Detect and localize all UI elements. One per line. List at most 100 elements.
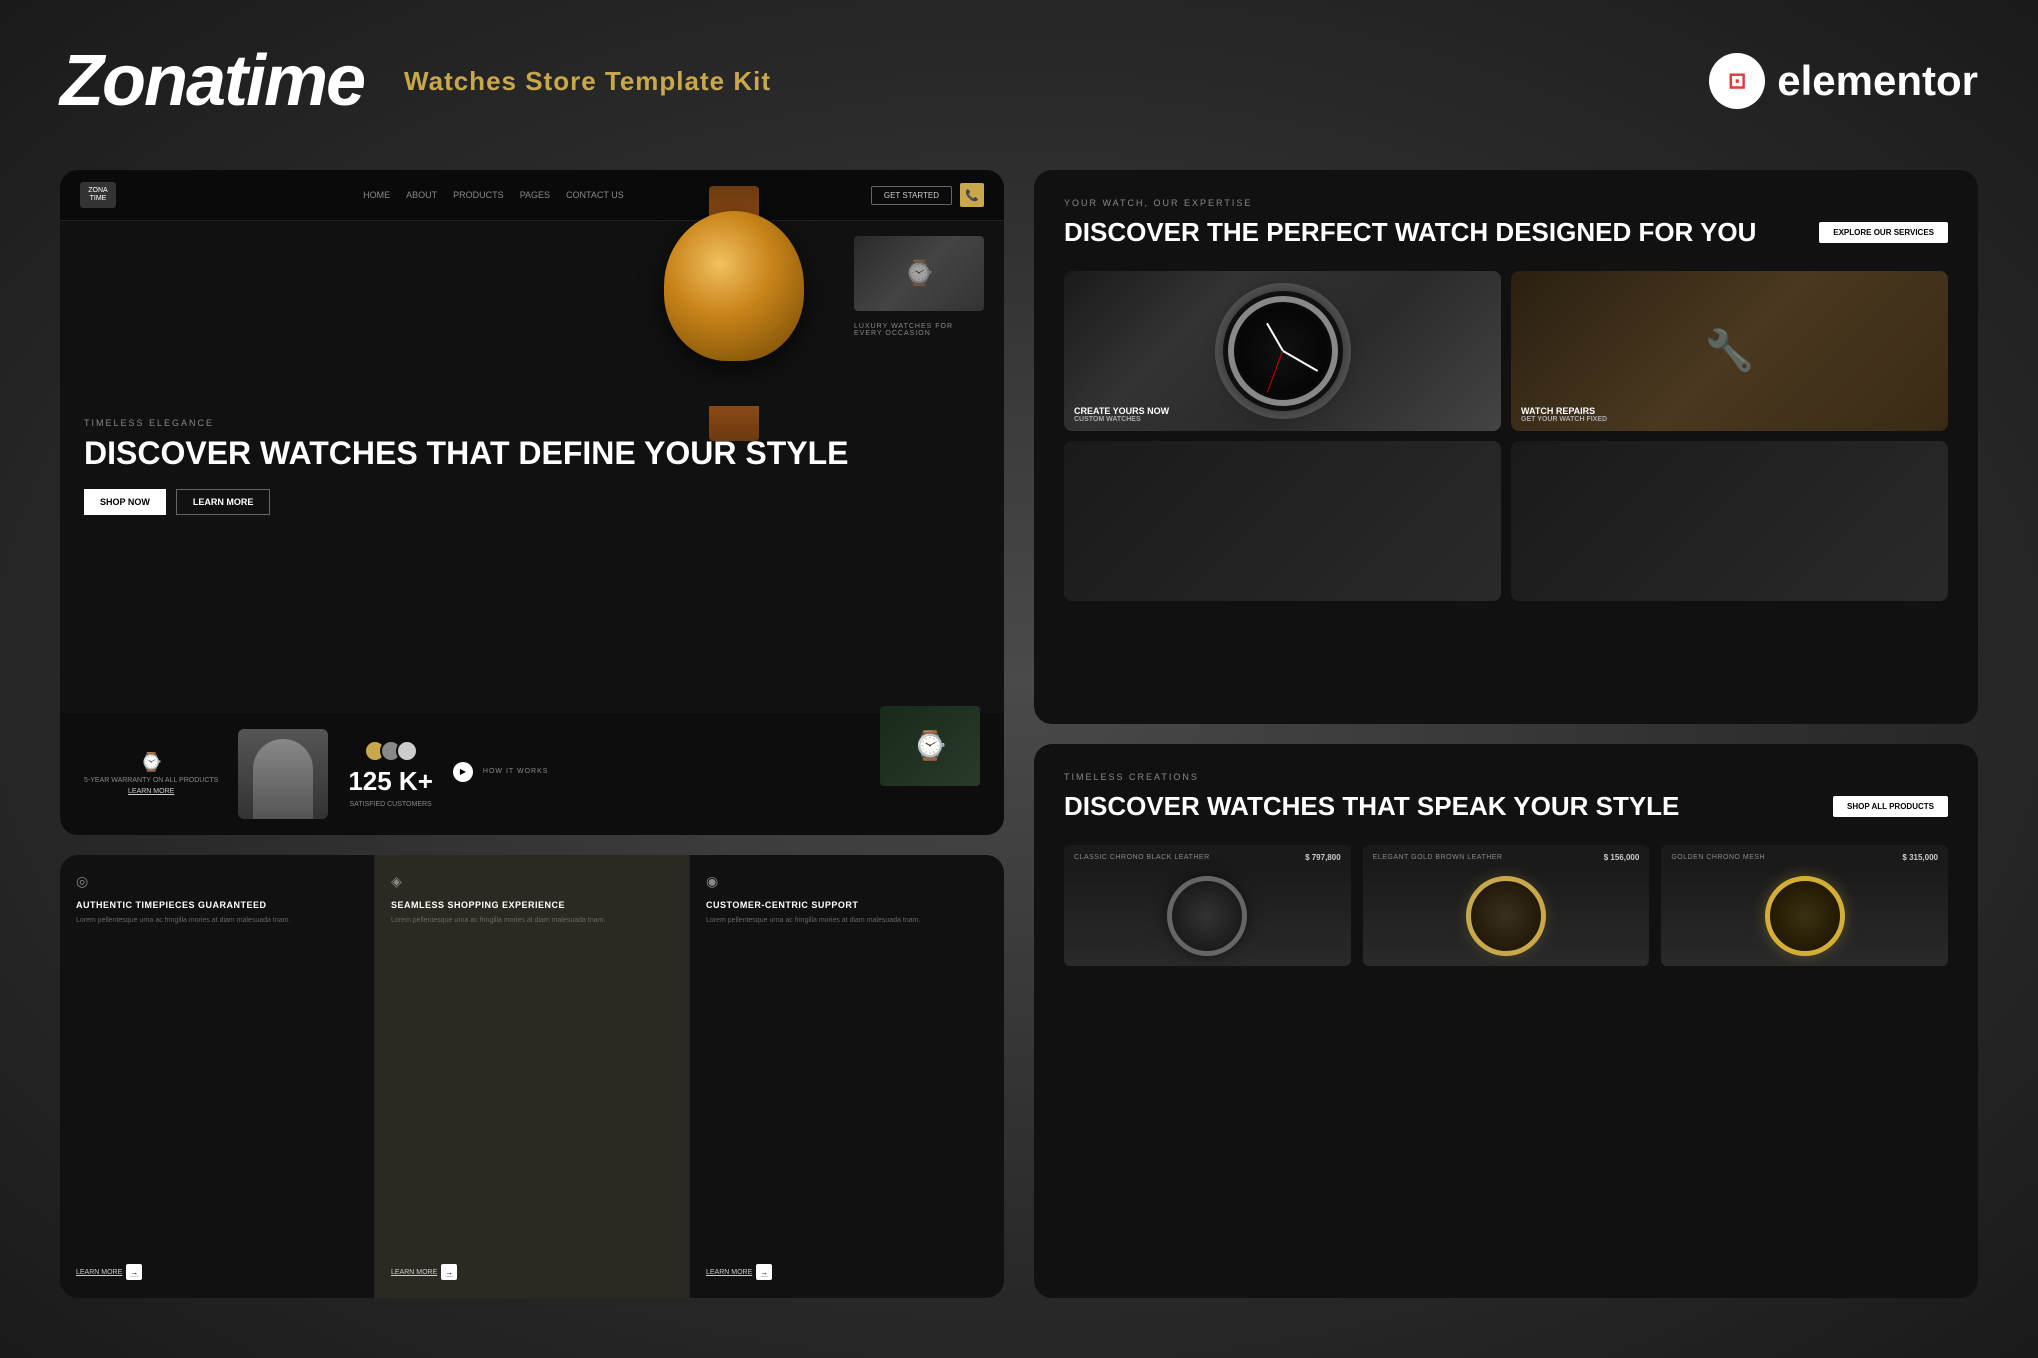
feature-shopping[interactable]: ◈ SEAMLESS SHOPPING EXPERIENCE Lorem pel… [375,855,690,1298]
phone-icon-btn[interactable]: 📞 [960,183,984,207]
elementor-icon: ⊡ [1709,53,1765,109]
service-repair[interactable]: WATCH REPAIRS GET YOUR WATCH FIXED [1511,271,1948,431]
side-card-text: LUXURY WATCHES FOR EVERY OCCASION [854,319,984,341]
authentic-icon: ◎ [76,873,358,890]
watch-dark-background-3 [1064,441,1501,601]
how-it-works-block: ▶ HOW IT WORKS ⌚ [453,762,980,786]
hour-hand [1266,322,1284,351]
services-header: DISCOVER THE PERFECT WATCH DESIGNED FOR … [1064,218,1948,247]
features-card: ◎ AUTHENTIC TIMEPIECES GUARANTEED Lorem … [60,855,1004,1298]
service-custom-label: CREATE YOURS NOW CUSTOM WATCHES [1074,406,1169,423]
support-link[interactable]: LEARN MORE → [706,1264,988,1280]
product-3-image [1661,866,1948,966]
service-card-4[interactable] [1511,441,1948,601]
authentic-link[interactable]: LEARN MORE → [76,1264,358,1280]
hero-watch-image [664,211,824,411]
products-title: DISCOVER WATCHES THAT SPEAK YOUR STYLE [1064,792,1813,821]
products-header: DISCOVER WATCHES THAT SPEAK YOUR STYLE S… [1064,792,1948,821]
service-card-3[interactable] [1064,441,1501,601]
mini-logo: ZONATIME [80,182,116,208]
nav-about[interactable]: ABOUT [406,190,437,200]
customers-block: 125 K+ SATISFIED CUSTOMERS [348,740,433,808]
services-title: DISCOVER THE PERFECT WATCH DESIGNED FOR … [1064,218,1799,247]
products-eyebrow: TIMELESS CREATIONS [1064,772,1948,782]
mini-navbar: ZONATIME HOME ABOUT PRODUCTS PAGES CONTA… [60,170,1004,221]
product-3-name: GOLDEN CHRONO MESH [1671,853,1765,862]
luxury-watches-label: LUXURY WATCHES FOR EVERY OCCASION [854,323,984,337]
authentic-title: AUTHENTIC TIMEPIECES GUARANTEED [76,900,358,910]
service-custom[interactable]: CREATE YOURS NOW CUSTOM WATCHES [1064,271,1501,431]
authentic-desc: Lorem pellentesque urna ac fringilla mor… [76,916,358,926]
shopping-arrow: → [441,1264,457,1280]
shop-now-button[interactable]: SHOP NOW [84,489,166,515]
services-card: YOUR WATCH, OUR EXPERTISE DISCOVER THE P… [1034,170,1978,724]
nav-products[interactable]: PRODUCTS [453,190,504,200]
watch-dark-background-4 [1511,441,1948,601]
service-repair-label: WATCH REPAIRS GET YOUR WATCH FIXED [1521,406,1607,423]
hero-side-cards: LUXURY WATCHES FOR EVERY OCCASION [854,236,984,341]
hero-card: ZONATIME HOME ABOUT PRODUCTS PAGES CONTA… [60,170,1004,835]
watch-face-gold [664,211,804,361]
product-1-name: CLASSIC CHRONO BLACK LEATHER [1074,853,1210,862]
nav-pages[interactable]: PAGES [520,190,550,200]
shopping-link[interactable]: LEARN MORE → [391,1264,673,1280]
customers-count: 125 K+ [348,766,433,797]
nav-home[interactable]: HOME [363,190,390,200]
person-silhouette [253,739,313,819]
products-grid: CLASSIC CHRONO BLACK LEATHER $ 797,800 E… [1064,845,1948,966]
warranty-block: ⌚ 5-YEAR WARRANTY ON ALL PRODUCTS LEARN … [84,752,218,795]
product-card-3[interactable]: GOLDEN CHRONO MESH $ 315,000 [1661,845,1948,966]
second-hand [1267,350,1283,392]
avatar-3 [396,740,418,762]
brand-tagline: Watches Store Template Kit [404,66,771,97]
learn-more-button[interactable]: LEARN MORE [176,489,271,515]
product-card-1-header: CLASSIC CHRONO BLACK LEATHER $ 797,800 [1064,845,1351,866]
warranty-icon: ⌚ [140,752,162,773]
play-button[interactable]: ▶ [453,762,473,782]
mini-nav-links: HOME ABOUT PRODUCTS PAGES CONTACT US [363,190,624,200]
person-block [238,729,328,819]
services-grid: CREATE YOURS NOW CUSTOM WATCHES WATCH RE… [1064,271,1948,601]
right-column: YOUR WATCH, OUR EXPERTISE DISCOVER THE P… [1034,170,1978,1298]
mini-nav-right: GET STARTED 📞 [871,183,984,207]
product-card-2[interactable]: ELEGANT GOLD BROWN LEATHER $ 156,000 [1363,845,1650,966]
watch-strap-bottom [709,406,759,441]
watch-thumbnail: ⌚ [880,706,980,786]
hand-watch-card [854,236,984,311]
warranty-link[interactable]: LEARN MORE [128,788,174,795]
logo-section: Zonatime Watches Store Template Kit [60,40,771,122]
elementor-name: elementor [1777,57,1978,105]
header: Zonatime Watches Store Template Kit ⊡ el… [60,40,1978,122]
product-2-price: $ 156,000 [1604,853,1640,862]
previews-container: ZONATIME HOME ABOUT PRODUCTS PAGES CONTA… [60,170,1978,1298]
warranty-text: 5-YEAR WARRANTY ON ALL PRODUCTS [84,777,218,784]
left-column: ZONATIME HOME ABOUT PRODUCTS PAGES CONTA… [60,170,1004,1298]
support-icon: ◉ [706,873,988,890]
shopping-title: SEAMLESS SHOPPING EXPERIENCE [391,900,673,910]
service-repair-img: WATCH REPAIRS GET YOUR WATCH FIXED [1511,271,1948,431]
support-title: CUSTOMER-CENTRIC SUPPORT [706,900,988,910]
hero-card-inner: ZONATIME HOME ABOUT PRODUCTS PAGES CONTA… [60,170,1004,835]
support-desc: Lorem pellentesque urna ac fringilla mor… [706,916,988,926]
hero-buttons: SHOP NOW LEARN MORE [84,489,980,515]
service-card-3-img [1064,441,1501,601]
your-watch-eyebrow: YOUR WATCH, OUR EXPERTISE [1064,198,1948,208]
hero-content: TIMELESS ELEGANCE DISCOVER WATCHES THAT … [60,221,1004,713]
shop-all-button[interactable]: SHOP ALL PRODUCTS [1833,796,1948,817]
customers-label: SATISFIED CUSTOMERS [350,801,432,808]
hero-bottom: ⌚ 5-YEAR WARRANTY ON ALL PRODUCTS LEARN … [60,713,1004,835]
get-started-btn[interactable]: GET STARTED [871,186,952,205]
how-label: HOW IT WORKS [483,768,549,775]
shopping-desc: Lorem pellentesque urna ac fringilla mor… [391,916,673,926]
nav-contact[interactable]: CONTACT US [566,190,624,200]
product-1-image [1064,866,1351,966]
product-card-1[interactable]: CLASSIC CHRONO BLACK LEATHER $ 797,800 [1064,845,1351,966]
elementor-logo: ⊡ elementor [1709,53,1978,109]
hero-eyebrow: TIMELESS ELEGANCE [84,418,980,428]
explore-services-btn[interactable]: EXPLORE OUR SERVICES [1819,222,1948,243]
service-repair-sublabel: GET YOUR WATCH FIXED [1521,416,1607,423]
minute-hand [1282,350,1318,372]
product-1-price: $ 797,800 [1305,853,1341,862]
feature-support[interactable]: ◉ CUSTOMER-CENTRIC SUPPORT Lorem pellent… [690,855,1004,1298]
feature-authentic[interactable]: ◎ AUTHENTIC TIMEPIECES GUARANTEED Lorem … [60,855,375,1298]
